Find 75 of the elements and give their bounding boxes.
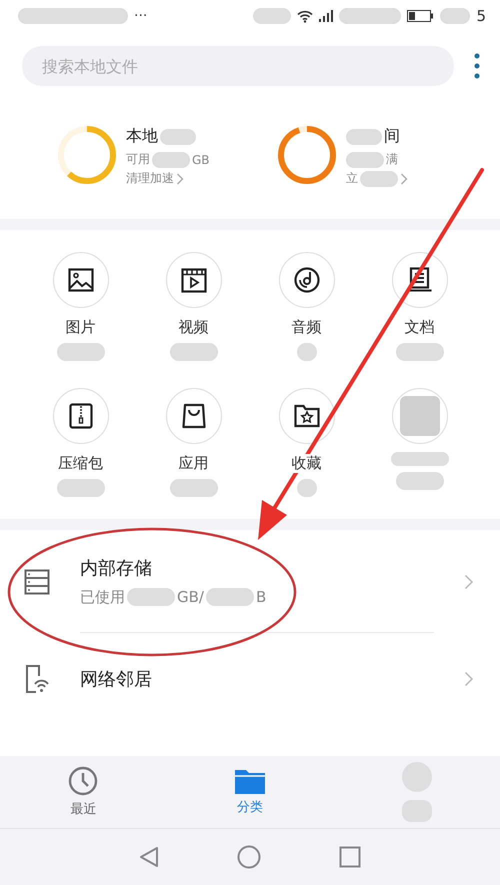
- location-subtitle: 已使用: [80, 588, 125, 606]
- home-icon[interactable]: [237, 845, 261, 869]
- more-icon[interactable]: [474, 53, 480, 79]
- blurred-area: [206, 588, 254, 606]
- storage-text: 满: [386, 151, 398, 168]
- battery-icon: [407, 10, 434, 22]
- storage-text: GB: [192, 152, 210, 166]
- category-button[interactable]: [278, 252, 334, 308]
- location-subtitle: GB/: [177, 588, 204, 606]
- chevron-right-icon: [464, 671, 474, 687]
- blurred-area: [296, 479, 316, 497]
- blurred-area: [400, 396, 440, 436]
- blurred-area: [152, 152, 190, 168]
- disc-icon: [294, 267, 320, 293]
- location-title: 内部存储: [80, 556, 153, 580]
- blurred-area: [396, 472, 444, 490]
- category-label: 收藏: [290, 454, 324, 473]
- blurred-area: [170, 343, 218, 361]
- location-subtitle: B: [256, 588, 266, 606]
- category-label: 音频: [290, 318, 324, 337]
- folder-icon: [234, 768, 265, 794]
- search-field[interactable]: 搜索本地文件: [22, 46, 454, 86]
- blurred-area: [360, 170, 398, 186]
- clock-icon: [68, 766, 98, 796]
- category-label: 压缩包: [56, 454, 105, 473]
- storage-text: 间: [384, 126, 400, 147]
- recents-icon[interactable]: [339, 846, 361, 868]
- blurred-area: [346, 128, 382, 144]
- location-row[interactable]: 内部存储 已使用 GB/ B: [0, 530, 500, 633]
- chevron-right-icon: [464, 574, 474, 590]
- category-label: 图片: [64, 318, 98, 337]
- category-button[interactable]: [52, 252, 108, 308]
- star-folder-icon: [294, 404, 320, 428]
- blurred-area: [253, 8, 292, 24]
- blurred-area: [396, 343, 444, 361]
- status-time: 5: [476, 7, 486, 25]
- category-label: 文档: [402, 318, 436, 337]
- blurred-area: [56, 479, 104, 497]
- location-row[interactable]: 网络邻居: [0, 633, 500, 725]
- overflow-indicator: ···: [134, 8, 148, 24]
- category-button[interactable]: [278, 388, 334, 444]
- nav-label: 分类: [236, 799, 263, 816]
- category-button[interactable]: [166, 388, 222, 444]
- wifi-icon: [297, 10, 314, 22]
- storage-text: 清理加速: [126, 170, 174, 187]
- blurred-area: [127, 588, 175, 606]
- blurred-area: [390, 452, 448, 466]
- nav-tab[interactable]: 最近: [0, 756, 167, 828]
- nav-tab[interactable]: 分类: [166, 756, 334, 828]
- storage-text: 本地: [126, 126, 158, 147]
- back-icon[interactable]: [139, 846, 159, 868]
- zip-icon: [68, 403, 92, 429]
- storage-text: 可用: [126, 151, 150, 168]
- storage-text: 立: [346, 170, 358, 187]
- category-button[interactable]: [166, 252, 222, 308]
- storage-ring: [278, 126, 336, 184]
- location-title: 网络邻居: [80, 668, 153, 691]
- blurred-area: [296, 343, 316, 361]
- blurred-area: [56, 343, 104, 361]
- category-button[interactable]: [52, 388, 108, 444]
- category-button[interactable]: [392, 252, 448, 308]
- image-icon: [68, 268, 94, 292]
- blurred-area: [160, 128, 196, 144]
- blurred-area: [440, 8, 470, 24]
- category-label: 视频: [176, 318, 210, 337]
- blurred-area: [339, 8, 402, 24]
- blurred-area: [346, 152, 384, 168]
- video-icon: [180, 268, 206, 292]
- nav-label: 最近: [70, 801, 96, 818]
- blurred-area: [170, 479, 218, 497]
- signal-icon: [319, 10, 334, 22]
- storage-ring: [58, 126, 116, 184]
- storage-icon: [24, 568, 50, 594]
- phone-wifi-icon: [24, 664, 50, 694]
- shopping-bag-icon: [182, 403, 206, 429]
